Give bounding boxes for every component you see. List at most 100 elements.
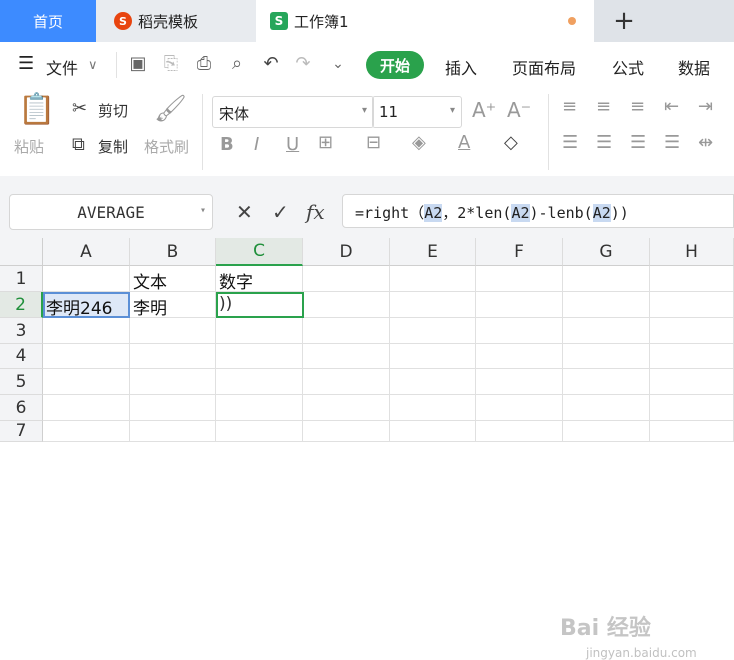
grid-cell[interactable] <box>303 318 390 344</box>
grid-cell[interactable] <box>650 369 734 395</box>
grid-cell[interactable] <box>563 266 650 292</box>
column-header-h[interactable]: H <box>650 238 734 266</box>
grid-cell[interactable] <box>43 266 130 292</box>
italic-icon[interactable]: I <box>254 134 259 155</box>
save-icon[interactable]: ▣ <box>127 53 149 75</box>
grid-cell[interactable] <box>130 344 216 369</box>
paste-icon[interactable]: 📋 <box>18 92 55 127</box>
grid-cell[interactable] <box>563 318 650 344</box>
grid-cell[interactable] <box>650 318 734 344</box>
grid-cell[interactable] <box>303 395 390 421</box>
row-header-3[interactable]: 3 <box>0 318 43 344</box>
align-middle-icon[interactable]: ≡ <box>596 96 611 117</box>
underline-icon[interactable]: U <box>286 134 299 155</box>
grid-cell[interactable] <box>390 369 476 395</box>
unsaved-dot-icon[interactable] <box>568 17 576 25</box>
grid-cell[interactable] <box>476 369 563 395</box>
clear-icon[interactable]: ◇ <box>504 132 518 153</box>
grid-cell[interactable] <box>563 369 650 395</box>
copy-button[interactable]: 复制 <box>98 136 128 157</box>
print-icon[interactable]: ⎙ <box>193 53 215 75</box>
paste-button[interactable]: 粘贴 <box>14 136 44 157</box>
grid-cell[interactable] <box>130 318 216 344</box>
grid-cell[interactable] <box>476 344 563 369</box>
grid-cell[interactable] <box>303 344 390 369</box>
grid-cell[interactable] <box>216 421 303 442</box>
tab-workbook[interactable]: S 工作簿1 <box>256 0 594 42</box>
grid-cell[interactable] <box>390 344 476 369</box>
grid-cell[interactable] <box>476 421 563 442</box>
grid-cell[interactable] <box>43 369 130 395</box>
grid-cell[interactable] <box>476 395 563 421</box>
insert-function-button[interactable]: fx <box>306 200 325 224</box>
align-center-icon[interactable]: ☰ <box>596 132 612 153</box>
decrease-font-icon[interactable]: A⁻ <box>507 98 531 122</box>
tab-template[interactable]: S 稻壳模板 <box>96 0 256 42</box>
grid-cell[interactable] <box>303 369 390 395</box>
border-icon[interactable]: ⊞ <box>318 132 333 153</box>
cell-c1[interactable]: 数字 <box>216 266 303 292</box>
scissors-icon[interactable]: ✂ <box>72 98 87 119</box>
font-color-icon[interactable]: A <box>458 132 470 153</box>
name-box[interactable]: AVERAGE ▾ <box>9 194 213 230</box>
row-header-2[interactable]: 2 <box>0 292 43 318</box>
menu-file[interactable]: 文件 <box>46 55 78 79</box>
grid-cell[interactable] <box>390 421 476 442</box>
new-tab-button[interactable]: + <box>594 0 654 42</box>
more-chevron-icon[interactable]: ⌄ <box>327 53 349 75</box>
grid-cell[interactable] <box>216 369 303 395</box>
grid-cell[interactable] <box>650 395 734 421</box>
row-header-5[interactable]: 5 <box>0 369 43 395</box>
align-right-icon[interactable]: ☰ <box>630 132 646 153</box>
grid-cell[interactable] <box>390 292 476 318</box>
grid-cell[interactable] <box>650 344 734 369</box>
grid-cell[interactable] <box>563 421 650 442</box>
column-header-f[interactable]: F <box>476 238 563 266</box>
column-header-e[interactable]: E <box>390 238 476 266</box>
grid-cell[interactable] <box>650 266 734 292</box>
grid-cell[interactable] <box>43 395 130 421</box>
grid-cell[interactable] <box>130 421 216 442</box>
menu-start[interactable]: 开始 <box>366 51 424 79</box>
increase-font-icon[interactable]: A⁺ <box>472 98 496 122</box>
grid-cell[interactable] <box>563 292 650 318</box>
grid-cell[interactable] <box>563 395 650 421</box>
indent-increase-icon[interactable]: ⇥ <box>698 96 713 117</box>
grid-cell[interactable] <box>130 395 216 421</box>
align-bottom-icon[interactable]: ≡ <box>630 96 645 117</box>
confirm-icon[interactable]: ✓ <box>272 200 289 224</box>
cell-b1[interactable]: 文本 <box>130 266 216 292</box>
chevron-down-icon[interactable]: ∨ <box>88 58 98 73</box>
grid-cell[interactable] <box>390 395 476 421</box>
font-name-select[interactable]: 宋体 ▾ <box>212 96 374 128</box>
grid-cell[interactable] <box>563 344 650 369</box>
grid-cell[interactable] <box>216 395 303 421</box>
row-header-7[interactable]: 7 <box>0 421 43 442</box>
grid-cell[interactable] <box>390 318 476 344</box>
cell-style-icon[interactable]: ⊟ <box>366 132 381 153</box>
redo-icon[interactable]: ↷ <box>292 53 314 75</box>
grid-cell[interactable] <box>130 369 216 395</box>
distribute-icon[interactable]: ⇹ <box>698 132 713 153</box>
grid-cell[interactable] <box>216 344 303 369</box>
cell-a2[interactable]: 李明246 <box>43 292 130 318</box>
row-header-4[interactable]: 4 <box>0 344 43 369</box>
grid-cell[interactable] <box>476 318 563 344</box>
bold-icon[interactable]: B <box>220 134 234 155</box>
column-header-g[interactable]: G <box>563 238 650 266</box>
grid-cell[interactable] <box>303 266 390 292</box>
grid-cell[interactable] <box>303 421 390 442</box>
font-size-select[interactable]: 11 ▾ <box>372 96 462 128</box>
grid-cell[interactable] <box>303 292 390 318</box>
menu-formula[interactable]: 公式 <box>612 55 644 79</box>
undo-icon[interactable]: ↶ <box>260 53 282 75</box>
menu-page-layout[interactable]: 页面布局 <box>512 55 576 79</box>
grid-cell[interactable] <box>650 292 734 318</box>
row-header-1[interactable]: 1 <box>0 266 43 292</box>
grid-cell[interactable] <box>43 421 130 442</box>
column-header-b[interactable]: B <box>130 238 216 266</box>
grid-cell[interactable] <box>43 344 130 369</box>
tab-home[interactable]: 首页 <box>0 0 96 42</box>
format-painter-button[interactable]: 格式刷 <box>144 136 189 157</box>
print-preview-icon[interactable]: ⌕ <box>226 53 248 75</box>
